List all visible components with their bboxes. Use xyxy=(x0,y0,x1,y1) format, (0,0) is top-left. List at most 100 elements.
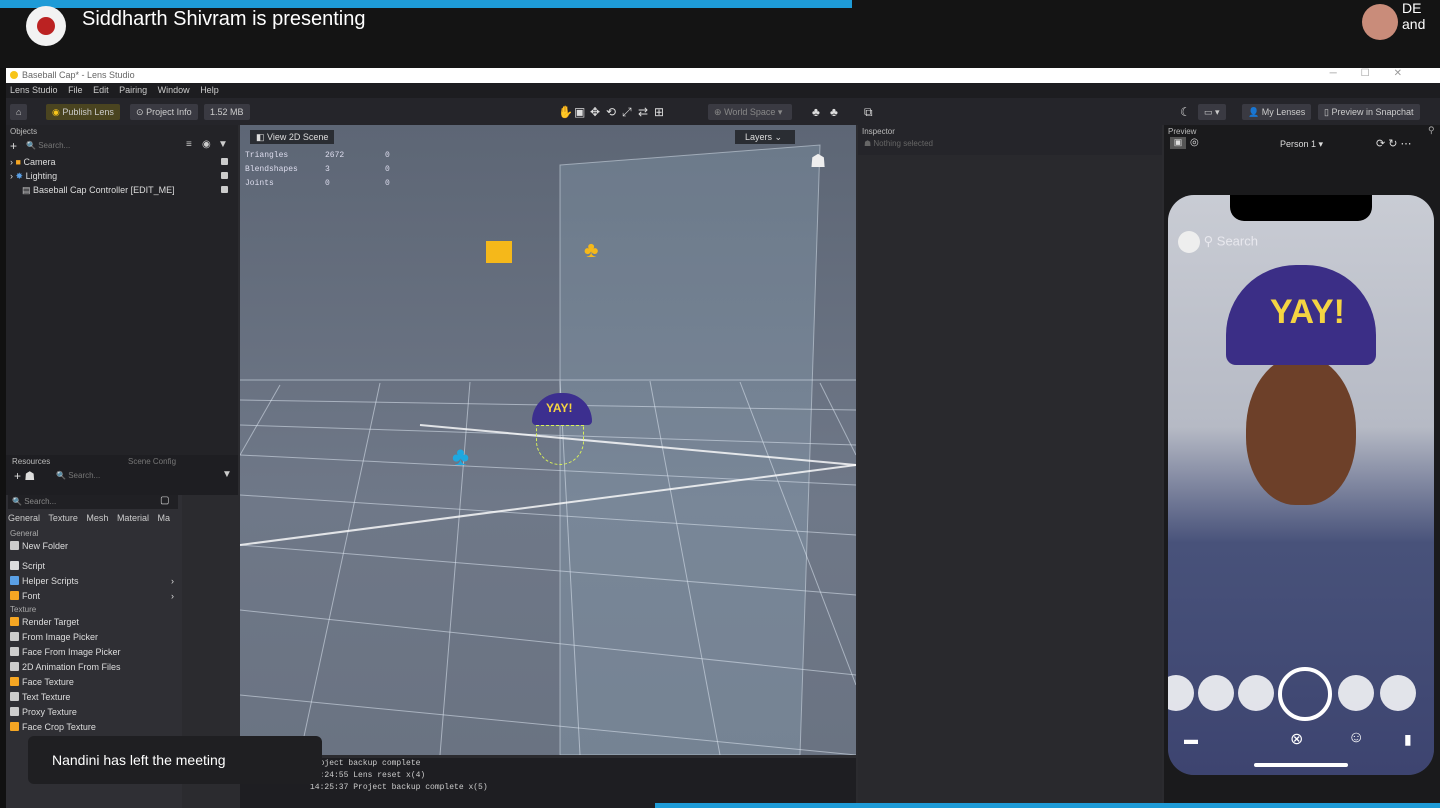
image-picker-gizmo-icon[interactable] xyxy=(486,241,512,263)
head-binding-gizmo-icon[interactable]: ♣ xyxy=(452,441,469,472)
world-space-dropdown[interactable]: ⊕ World Space ▾ xyxy=(708,104,792,120)
object-item-controller[interactable]: ▤ Baseball Cap Controller [EDIT_ME] xyxy=(10,183,234,197)
scene-config-tab[interactable]: Scene Config xyxy=(128,457,176,466)
resource-render-target[interactable]: Render Target xyxy=(10,615,180,630)
inspector-status-text: Nothing selected xyxy=(873,139,933,148)
filter-icon[interactable]: ▼ xyxy=(222,469,232,480)
lens-carousel-item[interactable] xyxy=(1338,675,1374,711)
menu-pairing[interactable]: Pairing xyxy=(119,85,147,95)
menu-help[interactable]: Help xyxy=(200,85,219,95)
popup-search-placeholder: Search... xyxy=(24,497,57,506)
device-dropdown[interactable]: ▭ ▾ xyxy=(1198,104,1226,120)
frame-icon[interactable]: ⧉ xyxy=(864,104,873,120)
visibility-checkbox[interactable] xyxy=(221,172,228,179)
log-text: Project backup complete x(5) xyxy=(353,783,488,792)
home-button[interactable]: ⌂ xyxy=(10,104,28,120)
my-lenses-button[interactable]: 👤 My Lenses xyxy=(1242,104,1312,120)
light-gizmo-icon[interactable]: ♣ xyxy=(584,237,598,263)
section-texture: Texture xyxy=(10,605,37,614)
preview-webcam-icon[interactable]: ◎ xyxy=(1190,137,1199,148)
texture-icon xyxy=(10,722,19,731)
tab-more[interactable]: Ma xyxy=(157,513,170,523)
project-info-label: Project Info xyxy=(146,107,192,117)
snap-settings-icon[interactable]: ♣ xyxy=(830,104,838,120)
capture-button[interactable] xyxy=(1278,667,1332,721)
resource-from-image-picker[interactable]: From Image Picker xyxy=(10,630,180,645)
resource-font[interactable]: Font › xyxy=(10,589,180,604)
menu-lens-studio[interactable]: Lens Studio xyxy=(10,85,58,95)
preview-in-snapchat-button[interactable]: ▯ Preview in Snapchat xyxy=(1318,104,1420,120)
resource-helper-scripts[interactable]: Helper Scripts › xyxy=(10,574,180,589)
resource-text-texture[interactable]: Text Texture xyxy=(10,690,180,705)
lens-explore-icon[interactable]: ☺ xyxy=(1348,729,1364,747)
object-item-lighting[interactable]: › ✸ Lighting xyxy=(10,169,234,183)
filter-icon[interactable]: ▼ xyxy=(218,139,228,150)
scene-viewport[interactable]: ◧ View 2D Scene Layers ⌄ ☗ Triangles 2672… xyxy=(240,125,856,755)
person-dropdown[interactable]: Person 1 ▾ xyxy=(1280,139,1323,150)
tab-texture[interactable]: Texture xyxy=(48,513,78,523)
resources-tab[interactable]: Resources xyxy=(12,457,50,466)
remote-user-avatar[interactable] xyxy=(1362,4,1398,40)
globe-icon: ⊕ xyxy=(714,107,722,117)
menu-file[interactable]: File xyxy=(68,85,83,95)
log-line: 14:25:37 Project backup complete x(5) xyxy=(310,782,856,794)
refresh-icon[interactable]: ⟳ ↻ ⋯ xyxy=(1376,137,1412,150)
object-label: Lighting xyxy=(25,171,58,181)
resource-face-texture[interactable]: Face Texture xyxy=(10,675,180,690)
preview-search-bar[interactable]: ⚲ Search xyxy=(1178,231,1258,253)
layers-dropdown[interactable]: Layers ⌄ xyxy=(735,130,795,144)
inspector-panel: Inspector ☗ Nothing selected xyxy=(858,125,1162,808)
window-title: Baseball Cap* - Lens Studio xyxy=(22,70,135,80)
resource-proxy-texture[interactable]: Proxy Texture xyxy=(10,705,180,720)
transform-tool-icon[interactable]: ⇄ xyxy=(638,104,648,120)
resource-face-from-image-picker[interactable]: Face From Image Picker xyxy=(10,645,180,660)
texture-icon xyxy=(10,662,19,671)
object-item-camera[interactable]: › ■ Camera xyxy=(10,155,234,169)
tab-material[interactable]: Material xyxy=(117,513,149,523)
objects-search-input[interactable]: 🔍 Search... xyxy=(26,141,186,153)
list-icon[interactable]: ≡ xyxy=(186,139,192,150)
grid-tool-icon[interactable]: ⊞ xyxy=(654,104,664,120)
resources-search-input[interactable]: 🔍 Search... xyxy=(56,471,100,480)
tab-general[interactable]: General xyxy=(8,513,40,523)
phone-notch xyxy=(1230,195,1372,221)
lens-carousel-item[interactable] xyxy=(1380,675,1416,711)
eye-icon[interactable]: ◉ xyxy=(202,139,211,150)
presenter-label: Siddharth Shivram is presenting xyxy=(82,8,366,30)
new-file-icon[interactable]: ▢ xyxy=(160,495,169,506)
scene-stats: Triangles 2672 0 Blendshapes 3 0 Joints 0 0 xyxy=(245,149,405,191)
lens-carousel-item[interactable] xyxy=(1238,675,1274,711)
stories-icon[interactable]: ▮ xyxy=(1404,731,1412,748)
memories-icon[interactable]: ▬ xyxy=(1184,731,1198,747)
resource-new-folder[interactable]: New Folder xyxy=(10,539,180,554)
add-resource-icon[interactable]: + ☗ xyxy=(14,469,35,483)
resource-face-crop-texture[interactable]: Face Crop Texture xyxy=(10,720,180,735)
resource-2d-animation[interactable]: 2D Animation From Files xyxy=(10,660,180,675)
move-tool-icon[interactable]: ✥ xyxy=(590,104,600,120)
close-lens-icon[interactable]: ⊗ xyxy=(1290,729,1303,749)
publish-lens-button[interactable]: ◉ Publish Lens xyxy=(46,104,120,120)
hand-tool-icon[interactable]: ✋ xyxy=(558,104,573,120)
rotate-tool-icon[interactable]: ⟲ xyxy=(606,104,616,120)
select-tool-icon[interactable]: ▣ xyxy=(574,104,585,120)
add-object-icon[interactable]: + xyxy=(10,139,17,153)
menu-window[interactable]: Window xyxy=(158,85,190,95)
visibility-checkbox[interactable] xyxy=(221,158,228,165)
view-2d-scene-button[interactable]: ◧ View 2D Scene xyxy=(250,130,335,144)
scale-tool-icon[interactable]: ⤢ xyxy=(622,104,632,120)
texture-icon xyxy=(10,692,19,701)
lens-carousel-item[interactable] xyxy=(1198,675,1234,711)
preview-mode-icon[interactable]: ▣ xyxy=(1170,137,1186,149)
tab-mesh[interactable]: Mesh xyxy=(86,513,108,523)
menu-edit[interactable]: Edit xyxy=(93,85,109,95)
theme-icon[interactable]: ☾ xyxy=(1180,104,1191,120)
project-info-button[interactable]: ⊙ Project Info xyxy=(130,104,198,120)
popup-search-input[interactable]: 🔍 Search... xyxy=(8,495,178,509)
resource-script[interactable]: Script xyxy=(10,559,180,574)
visibility-checkbox[interactable] xyxy=(221,186,228,193)
snap-icon[interactable]: ♣ xyxy=(812,104,820,120)
log-text: Lens reset x(4) xyxy=(353,771,426,780)
resource-label: Font xyxy=(22,591,41,601)
preview-pin-icon[interactable]: ⚲ xyxy=(1428,125,1435,136)
window-controls[interactable]: ─☐✕ xyxy=(1330,68,1426,79)
